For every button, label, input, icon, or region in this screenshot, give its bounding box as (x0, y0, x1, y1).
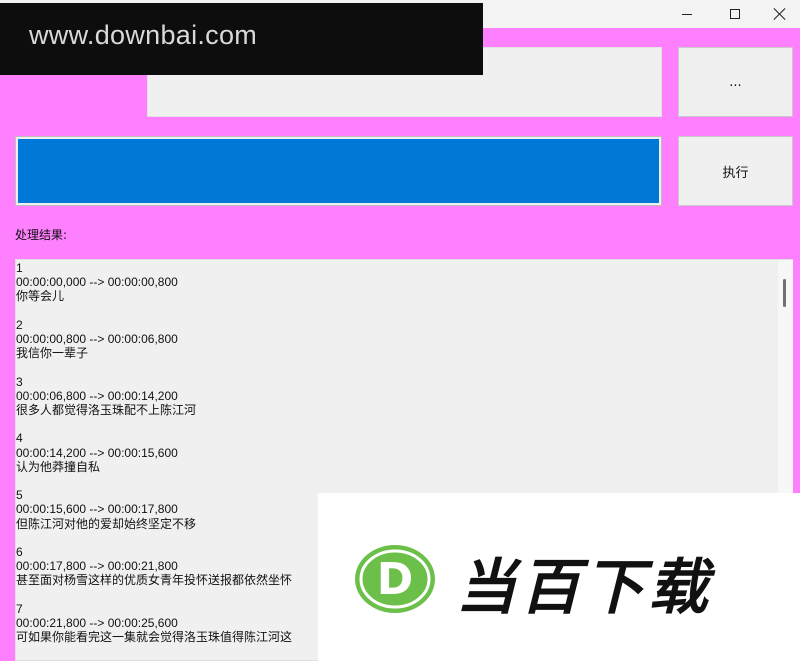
result-spacer (16, 474, 776, 488)
result-spacer (16, 360, 776, 374)
progress-bar (15, 136, 662, 206)
result-text: 我信你一辈子 (16, 346, 89, 361)
result-index: 1 (16, 261, 23, 275)
close-button[interactable] (757, 0, 800, 28)
brand-logo-icon: D (355, 545, 435, 613)
watermark-url: www.downbai.com (29, 20, 258, 50)
brand-watermark: D 当百下载 (318, 493, 800, 661)
minimize-icon (682, 13, 692, 15)
result-text: 很多人都觉得洛玉珠配不上陈江河 (16, 403, 197, 418)
result-time: 00:00:14,200 --> 00:00:15,600 (16, 445, 178, 460)
result-time: 00:00:00,800 --> 00:00:06,800 (16, 332, 178, 347)
close-icon (774, 8, 786, 20)
result-text: 你等会儿 (16, 289, 65, 304)
browse-button[interactable]: ... (678, 47, 793, 117)
result-time: 00:00:00,000 --> 00:00:00,800 (16, 275, 178, 290)
result-index: 2 (16, 317, 23, 332)
result-spacer (16, 417, 776, 431)
result-index: 4 (16, 431, 23, 446)
brand-name: 当百下载 (456, 553, 712, 623)
watermark-banner: www.downbai.com (0, 3, 483, 75)
app-window: ... 执行 处理结果: 1 00:00:00,000 --> 00:00:00,… (0, 0, 800, 661)
execute-button[interactable]: 执行 (678, 136, 793, 206)
maximize-button[interactable] (712, 0, 758, 28)
result-label: 处理结果: (15, 228, 68, 242)
minimize-button[interactable] (664, 0, 710, 28)
result-text: 认为他莽撞自私 (16, 459, 101, 474)
result-time: 00:00:06,800 --> 00:00:14,200 (16, 388, 178, 403)
brand-logo-letter: D (377, 554, 414, 605)
maximize-icon (730, 9, 740, 19)
result-index: 3 (16, 374, 23, 389)
result-spacer (16, 304, 776, 318)
scrollbar-thumb[interactable] (783, 279, 786, 307)
progress-fill (18, 139, 659, 203)
